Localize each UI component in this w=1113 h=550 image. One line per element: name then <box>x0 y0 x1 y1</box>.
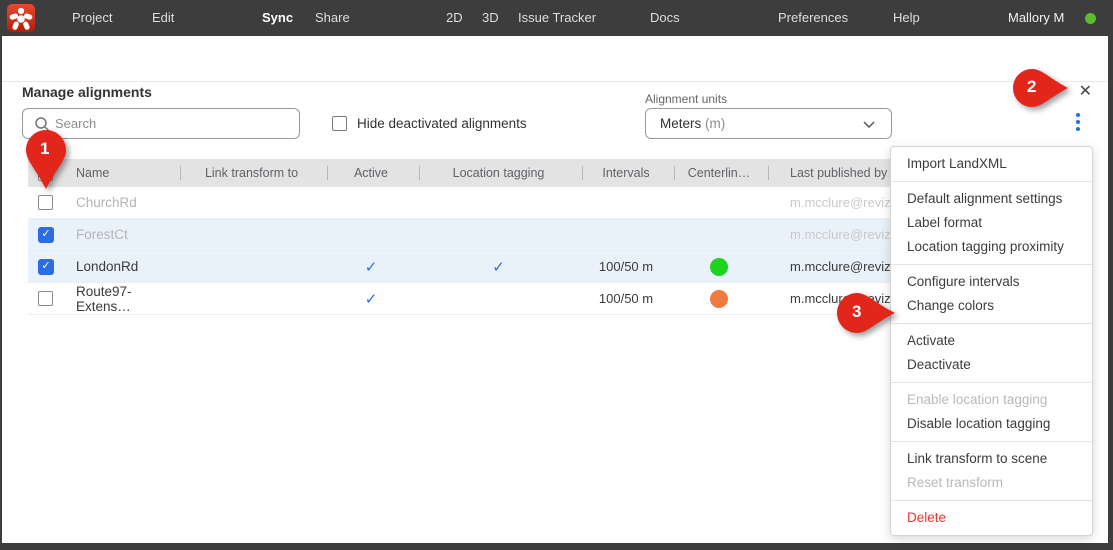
centerline-color-green-icon[interactable] <box>710 258 728 276</box>
menu-item-link-transform-to-scene[interactable]: Link transform to scene <box>891 447 1092 471</box>
units-suffix: (m) <box>705 116 725 131</box>
intervals-value: 100/50 m <box>580 291 672 306</box>
menu-sync[interactable]: Sync <box>262 0 293 36</box>
menu-item-delete[interactable]: Delete <box>891 506 1092 530</box>
alignment-name: Route97-Extens… <box>66 284 178 314</box>
menu-item-disable-location-tagging[interactable]: Disable location tagging <box>891 412 1092 436</box>
row-checkbox-checked[interactable]: ✓ <box>38 259 54 275</box>
column-name[interactable]: Name <box>66 166 178 180</box>
close-icon[interactable]: ✕ <box>1079 84 1092 100</box>
column-centerline[interactable]: Centerlin… <box>672 166 766 180</box>
intervals-value: 100/50 m <box>580 259 672 274</box>
row-checkbox[interactable] <box>38 291 53 306</box>
user-menu[interactable]: Mallory M <box>1008 0 1064 36</box>
menu-help[interactable]: Help <box>893 0 920 36</box>
manage-alignments-dialog: Manage alignments ✕ Hide deactivated ali… <box>2 36 1108 543</box>
hide-deactivated-label: Hide deactivated alignments <box>357 116 527 131</box>
column-active[interactable]: Active <box>325 166 417 180</box>
dialog-title: Manage alignments <box>22 84 152 100</box>
centerline-color-orange-icon[interactable] <box>710 290 728 308</box>
alignment-name: ChurchRd <box>66 195 178 210</box>
pin-right-icon <box>1013 69 1069 107</box>
annotation-number: 3 <box>852 302 861 322</box>
chevron-down-icon <box>863 121 875 128</box>
alignments-context-menu: Import LandXML Default alignment setting… <box>890 146 1093 536</box>
row-checkbox[interactable] <box>38 195 53 210</box>
alignment-units-select[interactable]: Meters (m) <box>645 108 892 139</box>
annotation-number: 2 <box>1027 77 1036 97</box>
annotation-number: 1 <box>40 139 49 159</box>
column-location-tagging[interactable]: Location tagging <box>417 166 580 180</box>
menu-item-location-tagging-proximity[interactable]: Location tagging proximity <box>891 235 1092 259</box>
menu-docs[interactable]: Docs <box>650 0 680 36</box>
menu-item-label-format[interactable]: Label format <box>891 211 1092 235</box>
online-status-icon <box>1085 13 1096 24</box>
row-checkbox-checked[interactable]: ✓ <box>38 227 54 243</box>
more-options-kebab-icon[interactable] <box>1070 108 1086 138</box>
pin-right-icon <box>837 293 896 333</box>
column-link-transform[interactable]: Link transform to <box>178 166 325 180</box>
menu-item-deactivate[interactable]: Deactivate <box>891 353 1092 377</box>
title-separator <box>2 81 1108 82</box>
alignment-name: ForestCt <box>66 227 178 242</box>
active-check-icon: ✓ <box>365 290 378 308</box>
menu-issue-tracker[interactable]: Issue Tracker <box>518 0 596 36</box>
menu-item-activate[interactable]: Activate <box>891 329 1092 353</box>
column-intervals[interactable]: Intervals <box>580 166 672 180</box>
location-tagging-check-icon: ✓ <box>492 258 505 276</box>
menu-item-import-landxml[interactable]: Import LandXML <box>891 152 1092 176</box>
menu-project[interactable]: Project <box>72 0 112 36</box>
menu-edit[interactable]: Edit <box>152 0 174 36</box>
menu-preferences[interactable]: Preferences <box>778 0 848 36</box>
menu-2d[interactable]: 2D <box>446 0 463 36</box>
menu-item-reset-transform: Reset transform <box>891 471 1092 495</box>
top-menu-bar: Project Edit Sync Share 2D 3D Issue Trac… <box>0 0 1113 36</box>
search-input[interactable] <box>55 110 293 137</box>
menu-share[interactable]: Share <box>315 0 350 36</box>
hide-deactivated-checkbox[interactable]: Hide deactivated alignments <box>332 116 527 131</box>
alignment-units-label: Alignment units <box>645 92 727 106</box>
menu-3d[interactable]: 3D <box>482 0 499 36</box>
alignment-name: LondonRd <box>66 259 178 274</box>
menu-item-configure-intervals[interactable]: Configure intervals <box>891 270 1092 294</box>
annotation-pin-2: 2 <box>1013 69 1069 107</box>
checkbox-unchecked-icon[interactable] <box>332 116 347 131</box>
annotation-pin-1: 1 <box>26 130 66 190</box>
revizto-logo-icon[interactable] <box>7 4 35 32</box>
menu-item-default-alignment-settings[interactable]: Default alignment settings <box>891 187 1092 211</box>
menu-item-enable-location-tagging: Enable location tagging <box>891 388 1092 412</box>
menu-item-change-colors[interactable]: Change colors <box>891 294 1092 318</box>
units-value: Meters <box>660 116 701 131</box>
active-check-icon: ✓ <box>365 258 378 276</box>
annotation-pin-3: 3 <box>837 293 896 333</box>
